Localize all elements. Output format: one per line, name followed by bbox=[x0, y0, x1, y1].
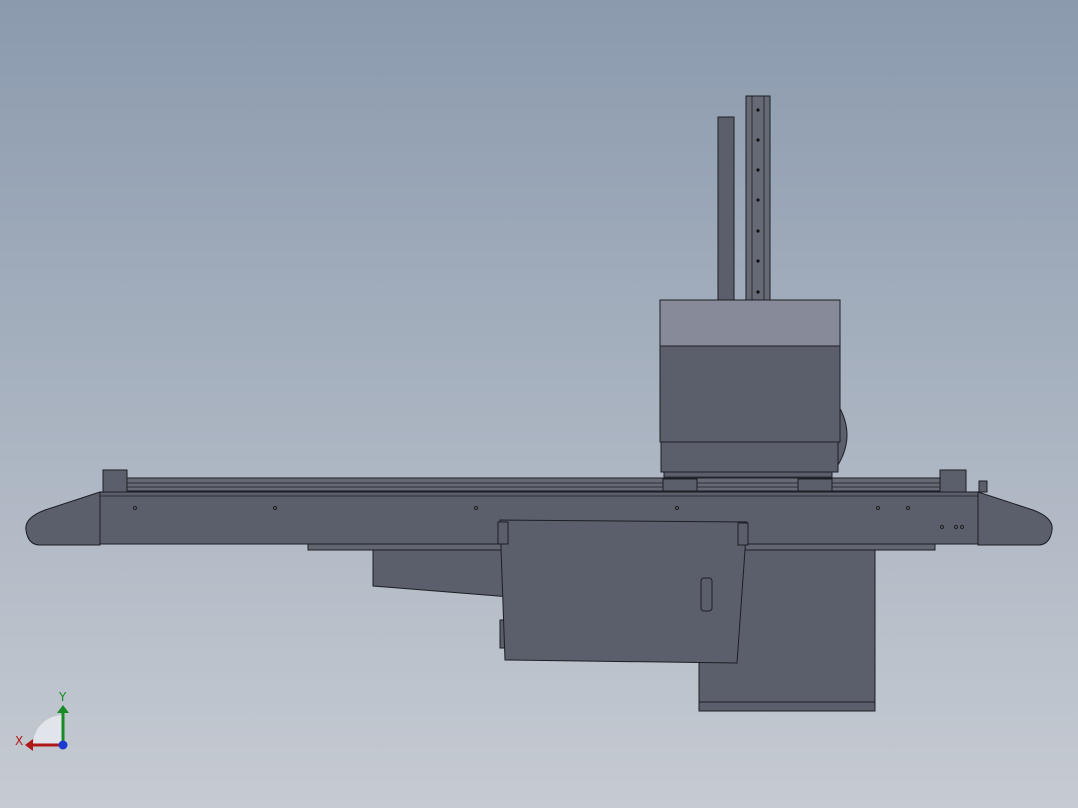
carriage-block[interactable] bbox=[797, 478, 833, 492]
panel-handle[interactable] bbox=[700, 577, 713, 612]
end-knob[interactable] bbox=[978, 480, 988, 493]
motor-housing-body[interactable] bbox=[659, 345, 841, 443]
vertical-column-left[interactable] bbox=[717, 116, 735, 303]
motor-housing-base[interactable] bbox=[660, 441, 839, 473]
x-axis-label: X bbox=[15, 734, 23, 748]
motor-housing-top[interactable] bbox=[659, 299, 841, 347]
rail-end-bracket-right[interactable] bbox=[939, 469, 967, 493]
z-axis-dot bbox=[58, 740, 68, 750]
y-axis-label: Y bbox=[58, 690, 67, 704]
cad-viewport[interactable]: Y X bbox=[0, 0, 1078, 808]
panel-hinge-left[interactable] bbox=[497, 521, 509, 545]
carriage-block[interactable] bbox=[662, 478, 698, 492]
top-rail[interactable] bbox=[109, 477, 963, 492]
panel-hinge-right[interactable] bbox=[737, 522, 749, 546]
rail-end-bracket-left[interactable] bbox=[102, 469, 128, 493]
viewport-background bbox=[0, 0, 1078, 808]
